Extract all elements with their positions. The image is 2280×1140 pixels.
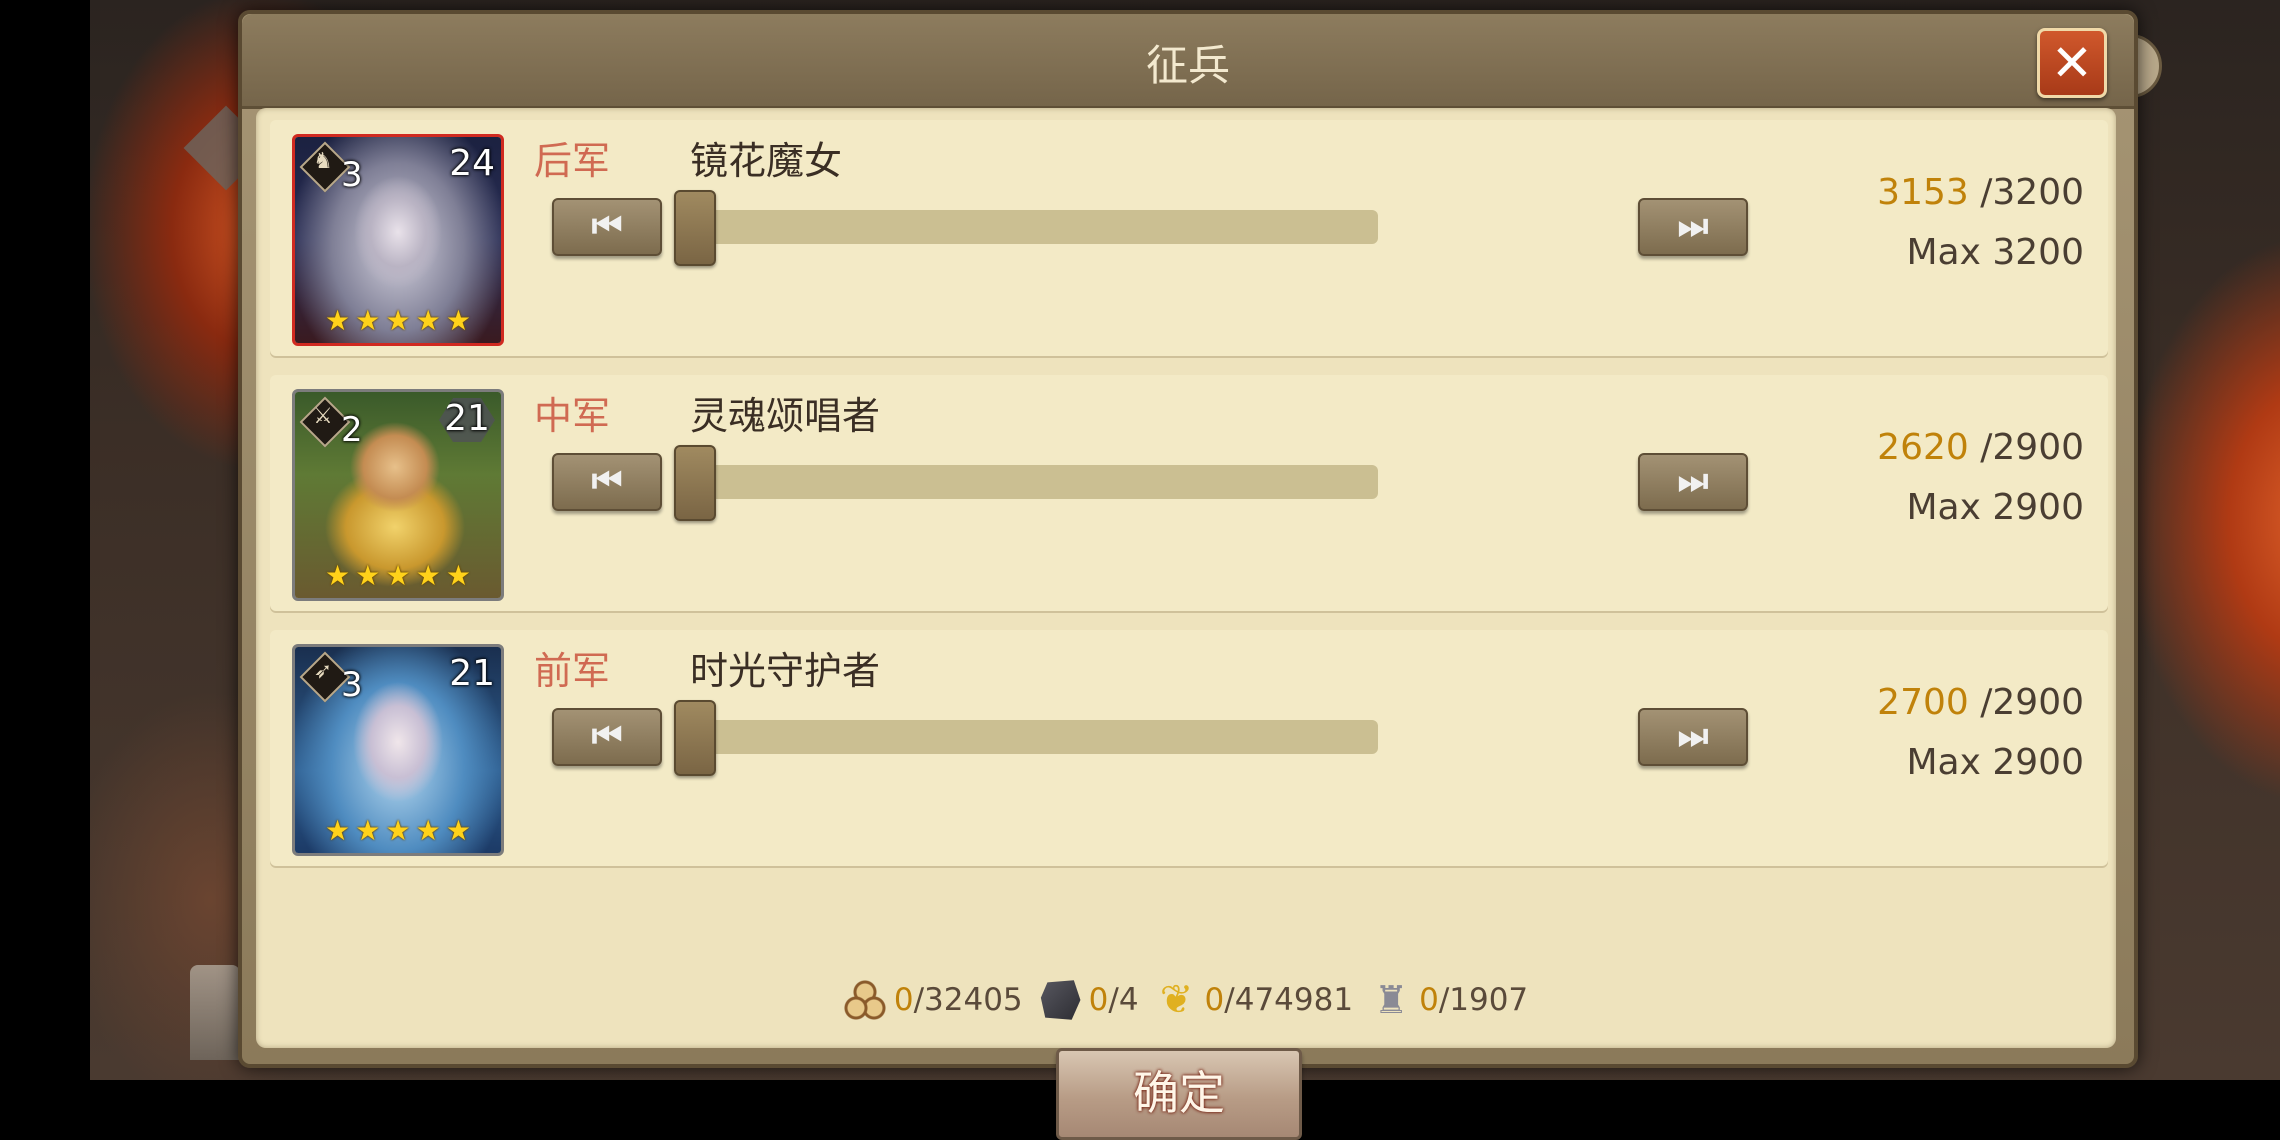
skip-forward-icon: ⏭	[1677, 461, 1709, 501]
resource-grain: ❦ 0/474981	[1155, 977, 1353, 1023]
troop-count: 3153 /3200	[1877, 172, 2084, 213]
recruit-slider-track[interactable]	[690, 210, 1378, 244]
confirm-button[interactable]: 确定	[1056, 1048, 1302, 1140]
hero-level: 24	[449, 143, 495, 184]
hero-rank: 2	[341, 410, 363, 450]
star-rating: ★ ★ ★ ★ ★	[325, 304, 471, 337]
recruit-slider-handle[interactable]	[674, 445, 716, 521]
star-icon: ★	[415, 814, 441, 847]
grain-icon: ❦	[1159, 977, 1194, 1023]
min-button[interactable]: ⏮	[552, 453, 662, 511]
star-icon: ★	[355, 814, 381, 847]
max-button[interactable]: ⏭	[1638, 453, 1748, 511]
hero-portrait[interactable]: ⚔ 2 21 ★ ★ ★ ★ ★	[292, 389, 504, 601]
sword-icon: ⚔ 2	[299, 396, 363, 450]
formation-position: 中军	[534, 394, 611, 438]
unit-name: 时光守护者	[690, 649, 881, 693]
unit-name: 镜花魔女	[690, 139, 843, 183]
skip-forward-icon: ⏭	[1677, 206, 1709, 246]
resource-wood: 0/32405	[843, 978, 1023, 1022]
hero-level: 21	[449, 653, 495, 694]
skip-back-icon: ⏮	[591, 461, 623, 501]
star-icon: ★	[355, 304, 381, 337]
hero-rank: 3	[341, 665, 363, 705]
troop-row: ⚔ 2 21 ★ ★ ★ ★ ★ 中军 灵魂颂唱者 ⏮ ⏭ 2620 /2900…	[270, 375, 2108, 611]
troop-count: 2620 /2900	[1877, 427, 2084, 468]
recruit-slider-handle[interactable]	[674, 700, 716, 776]
recruit-slider-track[interactable]	[690, 720, 1378, 754]
star-icon: ★	[325, 559, 351, 592]
skip-back-icon: ⏮	[591, 206, 623, 246]
hero-portrait[interactable]: ♞ 3 24 ★ ★ ★ ★ ★	[292, 134, 504, 346]
resource-cost-bar: 0/32405 0/4 ❦ 0/474981 ♜ 0/1907	[256, 978, 2116, 1022]
star-icon: ★	[325, 304, 351, 337]
star-icon: ★	[385, 304, 411, 337]
star-icon: ★	[325, 814, 351, 847]
max-button[interactable]: ⏭	[1638, 708, 1748, 766]
star-icon: ★	[445, 559, 471, 592]
hero-rank: 3	[341, 155, 363, 195]
resource-ore: 0/4	[1039, 978, 1139, 1022]
troop-count: 2700 /2900	[1877, 682, 2084, 723]
background-soldier-figure	[190, 965, 240, 1060]
skip-back-icon: ⏮	[591, 716, 623, 756]
star-rating: ★ ★ ★ ★ ★	[325, 559, 471, 592]
recruit-panel: ♞ 3 24 ★ ★ ★ ★ ★ 后军 镜花魔女 ⏮ ⏭ 3153 /3200 …	[256, 108, 2116, 1140]
dialog-title: 征兵	[1145, 41, 1230, 90]
skip-forward-icon: ⏭	[1677, 716, 1709, 756]
recruit-slider-handle[interactable]	[674, 190, 716, 266]
troop-max: Max 2900	[1906, 742, 2085, 783]
star-icon: ★	[415, 304, 441, 337]
star-icon: ★	[445, 304, 471, 337]
ore-icon	[1040, 980, 1081, 1020]
star-icon: ★	[445, 814, 471, 847]
wood-icon	[843, 978, 888, 1022]
star-rating: ★ ★ ★ ★ ★	[325, 814, 471, 847]
bow-icon: ➶ 3	[299, 651, 363, 705]
recruit-dialog: 征兵 ✕ ♞ 3 24 ★ ★ ★ ★ ★ 后军 镜花魔女 ⏮ ⏭ 3153 /…	[238, 10, 2138, 1140]
min-button[interactable]: ⏮	[552, 198, 662, 256]
star-icon: ★	[355, 559, 381, 592]
troop-max: Max 2900	[1906, 487, 2085, 528]
dialog-title-bar: 征兵 ✕	[242, 14, 2134, 109]
close-icon: ✕	[2051, 34, 2093, 92]
horse-icon: ♞ 3	[299, 141, 363, 195]
min-button[interactable]: ⏮	[552, 708, 662, 766]
unit-name: 灵魂颂唱者	[690, 394, 881, 438]
star-icon: ★	[415, 559, 441, 592]
star-icon: ★	[385, 814, 411, 847]
recruit-slider-track[interactable]	[690, 465, 1378, 499]
star-icon: ★	[385, 559, 411, 592]
formation-position: 前军	[534, 649, 611, 693]
soldier-icon: ♜	[1374, 978, 1409, 1022]
hero-portrait[interactable]: ➶ 3 21 ★ ★ ★ ★ ★	[292, 644, 504, 856]
troop-row: ♞ 3 24 ★ ★ ★ ★ ★ 后军 镜花魔女 ⏮ ⏭ 3153 /3200 …	[270, 120, 2108, 356]
troop-row: ➶ 3 21 ★ ★ ★ ★ ★ 前军 时光守护者 ⏮ ⏭ 2700 /2900…	[270, 630, 2108, 866]
formation-position: 后军	[534, 139, 611, 183]
resource-soldiers: ♜ 0/1907	[1369, 978, 1528, 1022]
close-button[interactable]: ✕	[2037, 28, 2107, 98]
troop-max: Max 3200	[1906, 232, 2085, 273]
max-button[interactable]: ⏭	[1638, 198, 1748, 256]
